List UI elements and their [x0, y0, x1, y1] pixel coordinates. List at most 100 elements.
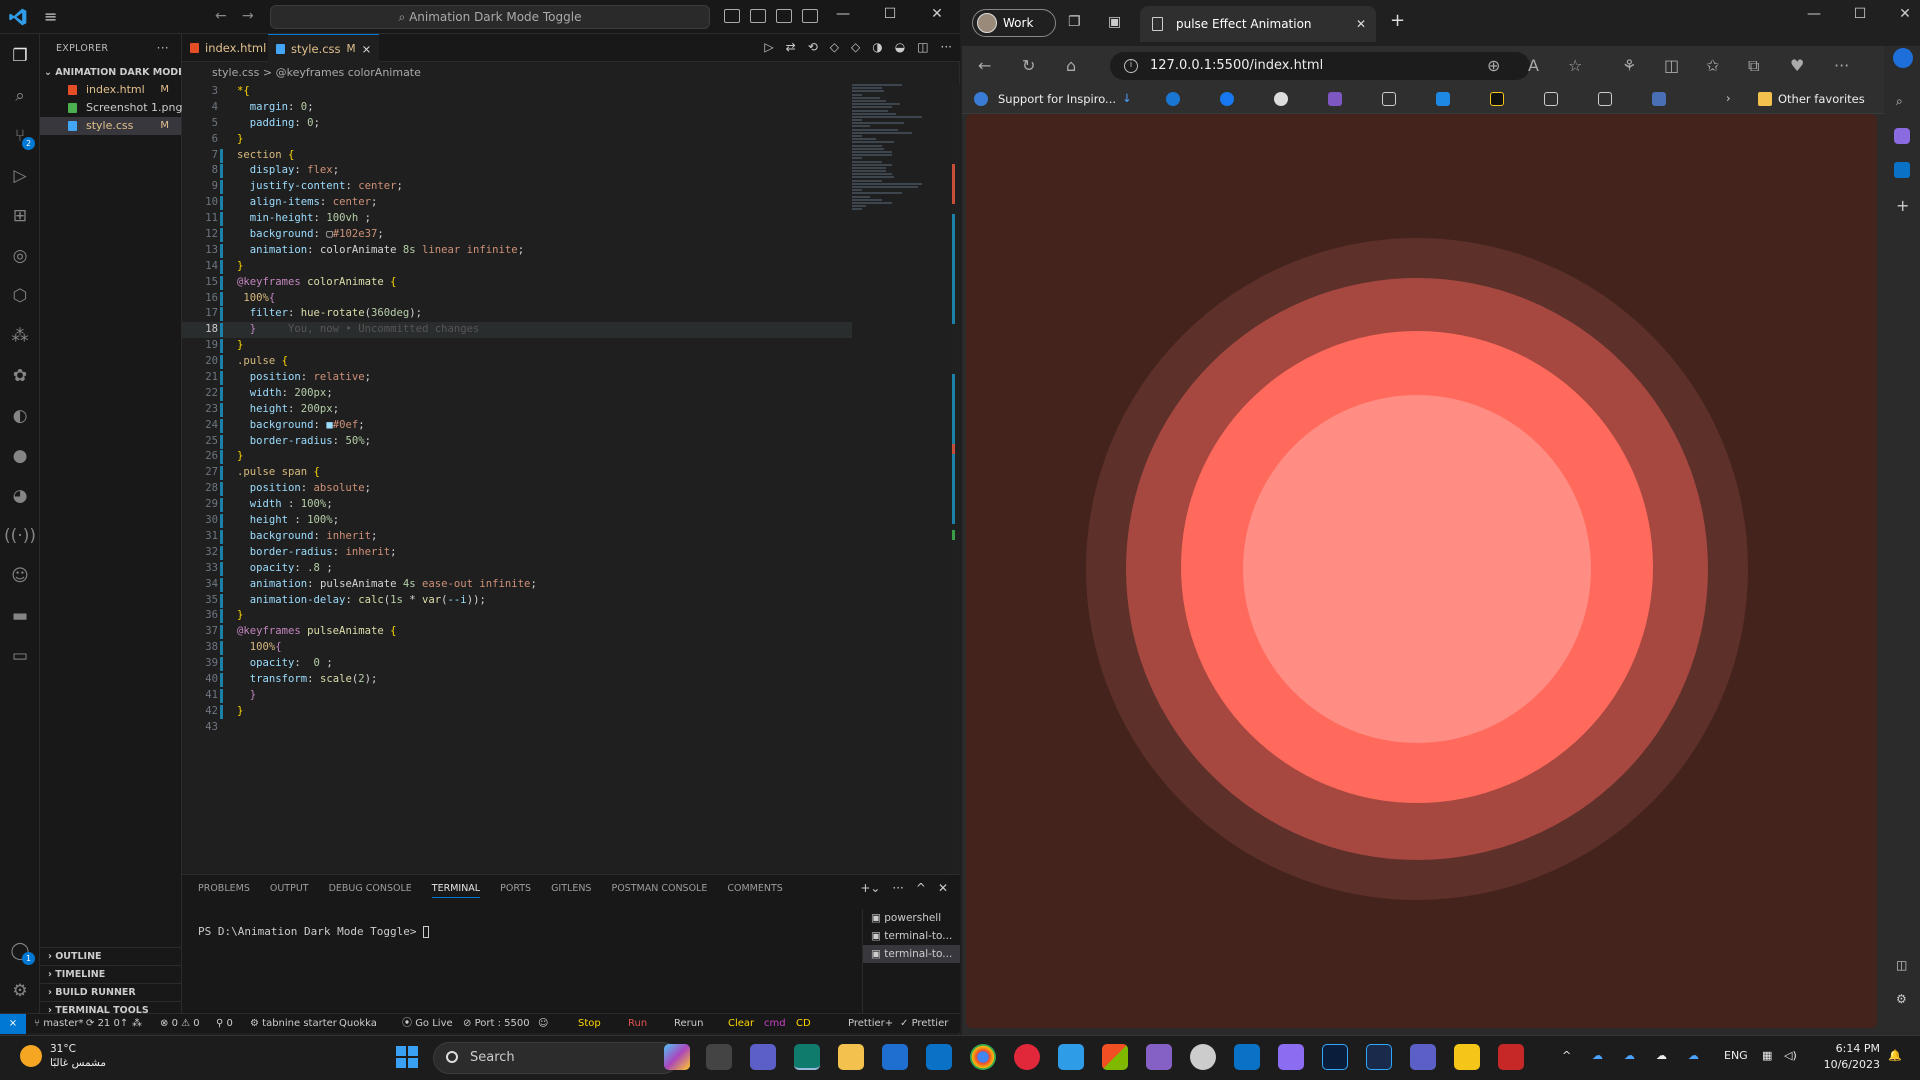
add-sidebar-app-icon[interactable]: +	[1896, 196, 1909, 215]
new-tab-icon[interactable]: +	[1390, 10, 1405, 31]
cloud-icon[interactable]: ☁	[1656, 1049, 1667, 1062]
cmd-button[interactable]: cmd	[764, 1014, 786, 1034]
extensions-icon[interactable]: ⚘	[1622, 56, 1636, 75]
search-icon[interactable]: ⌕	[1896, 94, 1903, 109]
favorite-page-icon[interactable]	[1598, 92, 1612, 106]
stop-button[interactable]: Stop	[578, 1014, 601, 1034]
toggle-sidebar-icon[interactable]	[724, 9, 740, 23]
edge-maximize-button[interactable]: ☐	[1845, 6, 1875, 22]
terminal-list-item[interactable]: ▣ powershell	[863, 909, 960, 927]
photoshop-icon[interactable]	[1322, 1044, 1348, 1070]
sidebar-section[interactable]: › BUILD RUNNER	[40, 983, 182, 1001]
network-icon[interactable]: ▦	[1762, 1049, 1772, 1062]
split-editor-icon[interactable]: ◫	[917, 40, 928, 54]
close-tab-icon[interactable]: ×	[362, 35, 372, 63]
favorite-page-icon[interactable]	[1544, 92, 1558, 106]
run-debug-icon[interactable]: ▷	[8, 164, 32, 188]
app-icon[interactable]	[1278, 1044, 1304, 1070]
taskbar-search[interactable]: Search	[433, 1042, 679, 1074]
back-icon[interactable]: ←	[978, 56, 991, 75]
download-icon[interactable]: ↓	[1122, 91, 1132, 105]
gitlens-icon[interactable]: ◐	[8, 404, 32, 428]
file-item[interactable]: style.css M	[40, 117, 181, 135]
quokka-status[interactable]: Quokka	[339, 1014, 377, 1034]
favorite-support-link[interactable]: Support for Inspiro...	[998, 92, 1116, 106]
language-indicator[interactable]: ENG	[1724, 1049, 1748, 1062]
tabnine-status[interactable]: ⚙ tabnine starter	[250, 1014, 337, 1034]
maximize-button[interactable]: ☐	[875, 6, 905, 22]
remote-explorer-icon[interactable]: ◎	[8, 244, 32, 268]
panel-tab[interactable]: GITLENS	[551, 883, 591, 898]
postman-icon[interactable]: ◕	[8, 484, 32, 508]
menu-icon[interactable]: ≡	[44, 8, 62, 26]
mail-icon[interactable]	[926, 1044, 952, 1070]
favorite-bolt-icon[interactable]	[1328, 92, 1342, 106]
editor-tab[interactable]: style.css M ×	[268, 34, 380, 63]
search-icon[interactable]: ⌕	[8, 84, 32, 108]
previous-change-icon[interactable]: ◇	[830, 40, 839, 54]
vscode-taskbar-icon[interactable]	[1058, 1044, 1084, 1070]
split-screen-icon[interactable]: ◫	[1664, 56, 1679, 75]
other-favorites-link[interactable]: Other favorites	[1778, 92, 1865, 106]
minimap[interactable]	[852, 84, 948, 211]
onedrive-icon[interactable]: ☁	[1592, 1049, 1603, 1062]
favorite-star-icon[interactable]: ☆	[1568, 56, 1582, 75]
start-button[interactable]	[396, 1046, 418, 1068]
remote-indicator-icon[interactable]: ⨯	[0, 1014, 26, 1034]
zoom-icon[interactable]: ⊕	[1487, 56, 1500, 75]
office-icon[interactable]	[1102, 1044, 1128, 1070]
task-view-icon[interactable]	[706, 1044, 732, 1070]
run-button[interactable]: Run	[628, 1014, 647, 1034]
terminal-list-item[interactable]: ▣ terminal-to...	[863, 927, 960, 945]
more-actions-icon[interactable]: ···	[157, 41, 169, 55]
collections-icon[interactable]: ⧉	[1748, 56, 1759, 76]
explorer-icon[interactable]: ❐	[8, 44, 32, 68]
close-panel-icon[interactable]: ✕	[938, 881, 948, 895]
edge-close-button[interactable]: ✕	[1890, 6, 1920, 22]
panel-tab[interactable]: TERMINAL	[431, 883, 481, 898]
toggle-panel-icon[interactable]	[750, 9, 766, 23]
git-graph-status-icon[interactable]: ⁂	[132, 1014, 142, 1034]
open-changes-icon[interactable]: ⟲	[808, 40, 818, 54]
favorite-pmp-icon[interactable]	[1490, 92, 1504, 106]
panel-tab[interactable]: PORTS	[500, 883, 531, 898]
problems-status[interactable]: ⊗ 0 ⚠ 0	[160, 1014, 200, 1034]
photoshop-alt-icon[interactable]	[1366, 1044, 1392, 1070]
preview-icon[interactable]: ◒	[895, 40, 905, 54]
profile-button[interactable]: Work	[972, 9, 1056, 37]
teams-icon[interactable]	[1410, 1044, 1436, 1070]
go-live-status[interactable]: ⦿ Go Live	[402, 1014, 453, 1034]
toggle-secondary-sidebar-icon[interactable]	[776, 9, 792, 23]
url-input[interactable]: i 127.0.0.1:5500/index.html	[1110, 52, 1530, 80]
file-item[interactable]: Screenshot 1.png	[40, 99, 183, 117]
compare-changes-icon[interactable]: ⇄	[786, 40, 796, 54]
outlook-icon[interactable]	[1894, 162, 1910, 178]
docker-icon[interactable]: ▬	[8, 604, 32, 628]
home-icon[interactable]: ⌂	[1066, 56, 1076, 75]
prettier-status[interactable]: ✓ Prettier	[900, 1014, 948, 1034]
settings-more-icon[interactable]: ···	[1834, 56, 1849, 75]
panel-tab[interactable]: OUTPUT	[270, 883, 309, 898]
edge-minimize-button[interactable]: —	[1799, 6, 1829, 22]
pmp-icon[interactable]	[1454, 1044, 1480, 1070]
notifications-icon[interactable]: 🔔	[1888, 1049, 1902, 1062]
source-control-icon[interactable]: ⑂ 2	[8, 124, 35, 150]
outlook-taskbar-icon[interactable]	[1234, 1044, 1260, 1070]
sidebar-section[interactable]: › OUTLINE	[40, 947, 182, 965]
sidebar-settings-icon[interactable]: ⚙	[1896, 992, 1907, 1006]
edge-taskbar-icon[interactable]	[794, 1044, 820, 1070]
favorite-facebook-icon[interactable]	[1220, 92, 1234, 106]
editor-scrollbar[interactable]	[950, 84, 960, 874]
sidebar-section[interactable]: › TIMELINE	[40, 965, 182, 983]
sync-status[interactable]: ⟳ 21 0↑	[86, 1014, 128, 1034]
file-explorer-icon[interactable]	[838, 1044, 864, 1070]
favorite-c-icon[interactable]	[1166, 92, 1180, 106]
editor-more-icon[interactable]: ···	[941, 40, 952, 54]
panel-more-icon[interactable]: ···	[892, 881, 903, 895]
rerun-button[interactable]: Rerun	[674, 1014, 703, 1034]
onedrive-icon[interactable]: ☁	[1624, 1049, 1635, 1062]
refresh-icon[interactable]: ↻	[1022, 56, 1035, 75]
panel-tab[interactable]: COMMENTS	[727, 883, 782, 898]
prettier-plus-status[interactable]: Prettier+	[848, 1014, 893, 1034]
workspace-folder[interactable]: ⌄ ANIMATION DARK MODE ...	[40, 64, 181, 81]
